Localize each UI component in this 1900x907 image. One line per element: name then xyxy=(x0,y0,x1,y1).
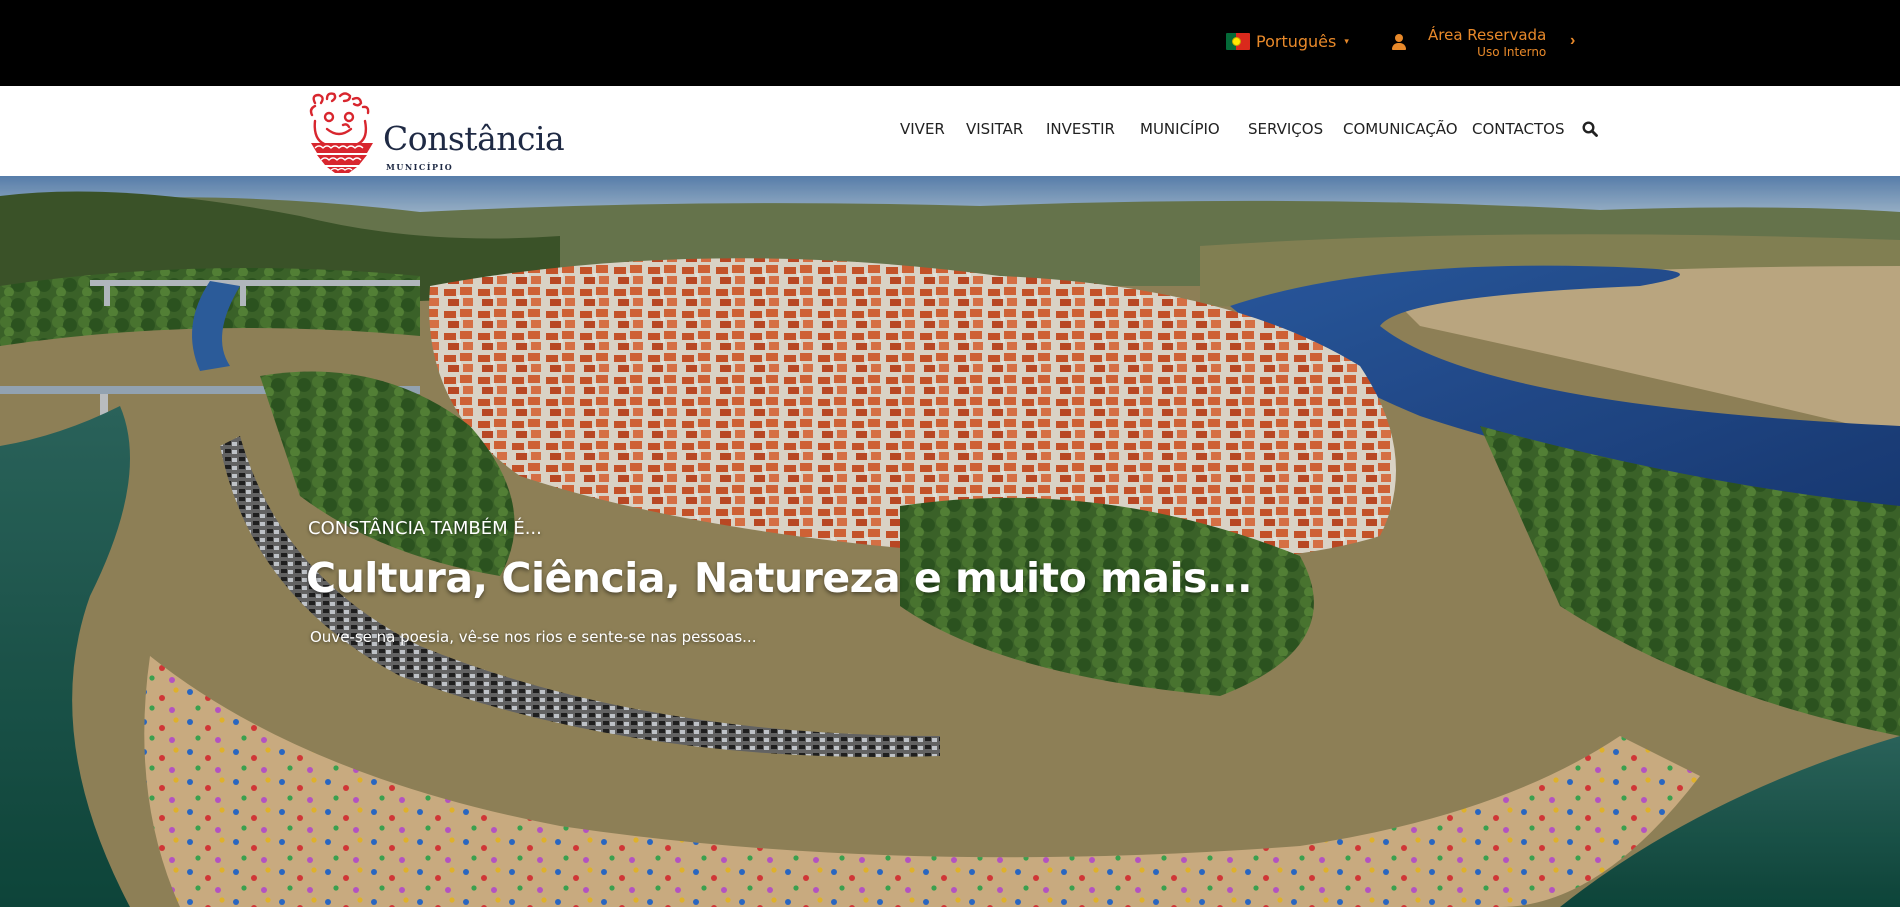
caret-down-icon: ▾ xyxy=(1344,36,1349,46)
search-icon[interactable] xyxy=(1582,121,1598,137)
nav-item-contactos[interactable]: CONTACTOS xyxy=(1472,120,1564,138)
hero-banner[interactable]: CONSTÂNCIA TAMBÉM É... Cultura, Ciência,… xyxy=(0,176,1900,907)
nav-item-comunicacao[interactable]: COMUNICAÇÃO xyxy=(1343,120,1458,138)
nav-item-viver[interactable]: VIVER xyxy=(900,120,945,138)
logo-emblem-icon xyxy=(309,92,373,173)
hero-kicker: CONSTÂNCIA TAMBÉM É... xyxy=(308,518,542,539)
hero-subtitle: Ouve-se na poesia, vê-se nos rios e sent… xyxy=(310,628,757,646)
nav-item-visitar[interactable]: VISITAR xyxy=(966,120,1023,138)
portugal-flag-icon xyxy=(1226,33,1250,50)
chevron-right-icon[interactable]: › xyxy=(1570,32,1575,50)
hero-aerial-image xyxy=(0,176,1900,907)
top-bar: Português ▾ Área Reservada Uso Interno › xyxy=(0,0,1900,86)
logo-subtitle: MUNICÍPIO xyxy=(386,162,454,172)
logo-wordmark: Constância xyxy=(383,119,565,158)
nav-item-municipio[interactable]: MUNICÍPIO xyxy=(1140,120,1220,138)
language-label: Português xyxy=(1256,32,1337,51)
reserved-area-title: Área Reservada xyxy=(1428,26,1547,44)
logo[interactable]: Constância MUNICÍPIO xyxy=(307,91,565,173)
user-icon xyxy=(1392,34,1406,50)
nav-item-investir[interactable]: INVESTIR xyxy=(1046,120,1115,138)
language-selector[interactable]: Português ▾ xyxy=(1226,32,1349,51)
site-header: Constância MUNICÍPIO VIVER VISITAR INVES… xyxy=(0,86,1900,176)
nav-item-servicos[interactable]: SERVIÇOS xyxy=(1248,120,1323,138)
reserved-area-subtitle: Uso Interno xyxy=(1477,45,1547,59)
hero-title: Cultura, Ciência, Natureza e muito mais.… xyxy=(306,554,1253,602)
reserved-area-link[interactable]: Área Reservada Uso Interno xyxy=(1392,26,1546,61)
